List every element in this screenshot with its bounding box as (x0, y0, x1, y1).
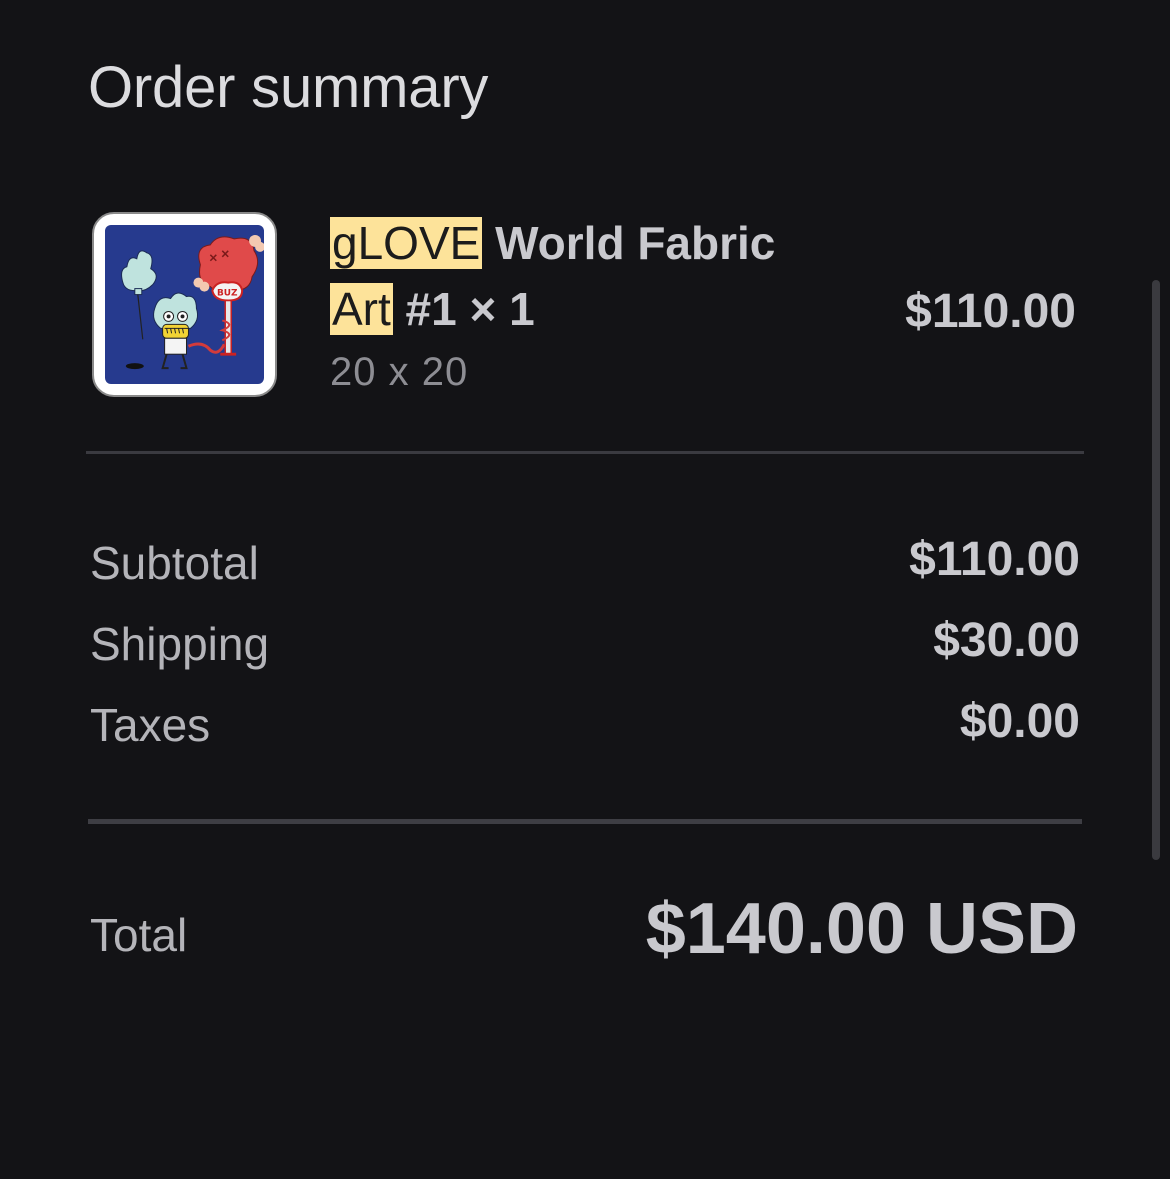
scrollbar[interactable] (1152, 280, 1160, 860)
shipping-value: $30.00 (933, 614, 1080, 667)
total-label: Total (90, 909, 188, 961)
shipping-label: Shipping (90, 618, 270, 670)
total-value: $140.00 USD (645, 889, 1078, 969)
subtotal-label: Subtotal (90, 537, 259, 589)
divider (86, 451, 1084, 454)
thumbnail-sign-text: BUZ (217, 289, 238, 299)
subtotal-value: $110.00 (909, 533, 1080, 586)
product-thumbnail[interactable]: BUZ (92, 212, 277, 397)
divider (88, 819, 1082, 824)
item-price: $110.00 (905, 285, 1076, 338)
product-name-part: World Fabric (482, 217, 776, 269)
search-highlight: gLOVE (330, 217, 483, 269)
taxes-value: $0.00 (959, 695, 1080, 748)
artwork-thumbnail-icon: BUZ (105, 225, 264, 384)
product-name-part: #1 × 1 (392, 283, 535, 335)
page-title: Order summary (88, 55, 489, 120)
search-highlight: Art (330, 283, 393, 335)
taxes-label: Taxes (90, 699, 211, 751)
product-variant: 20 x 20 (330, 350, 469, 394)
product-name[interactable]: gLOVE World Fabric Art #1 × 1 (330, 210, 870, 342)
